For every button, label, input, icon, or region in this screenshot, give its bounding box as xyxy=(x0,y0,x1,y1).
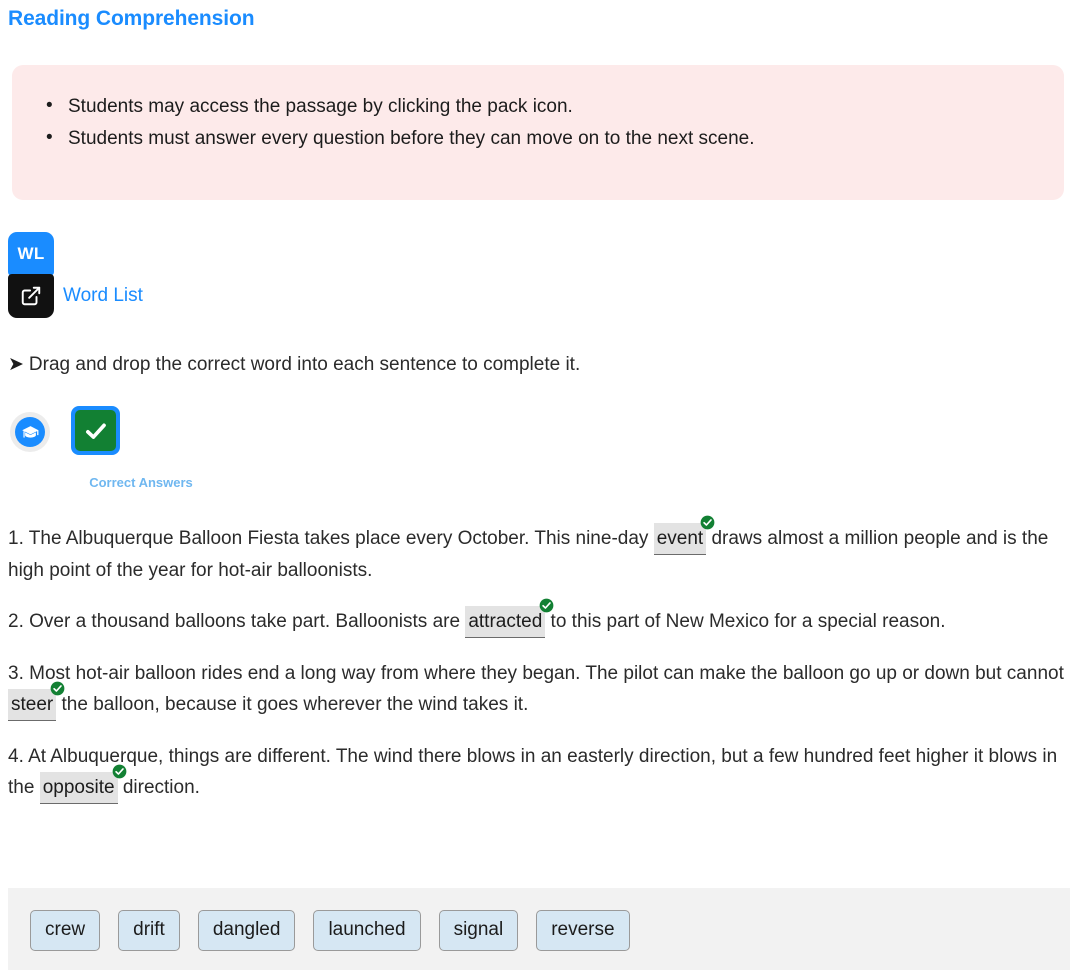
questions-list: 1. The Albuquerque Balloon Fiesta takes … xyxy=(8,515,1068,804)
question-item: 2. Over a thousand balloons take part. B… xyxy=(8,598,1068,638)
answer-text: attracted xyxy=(468,611,543,632)
word-tile[interactable]: crew xyxy=(30,910,101,951)
teacher-notes-panel: Students may access the passage by click… xyxy=(12,65,1064,200)
tool-row: Correct Answers xyxy=(8,406,408,496)
word-tile[interactable]: drift xyxy=(118,910,180,951)
list-item: Students must answer every question befo… xyxy=(46,122,1064,155)
check-icon xyxy=(75,410,116,451)
answer-text: event xyxy=(656,528,704,549)
answer-slot[interactable]: event xyxy=(653,515,715,555)
question-text-before: 3. Most hot-air balloon rides end a long… xyxy=(8,663,1064,684)
drag-instruction-text: Drag and drop the correct word into each… xyxy=(28,354,581,375)
answer-slot[interactable]: opposite xyxy=(39,764,126,804)
question-text-after: the balloon, because it goes wherever th… xyxy=(56,694,529,715)
answer-text: opposite xyxy=(42,777,115,798)
question-text-after: to this part of New Mexico for a special… xyxy=(545,611,946,632)
check-badge-icon xyxy=(539,598,554,613)
word-tile[interactable]: signal xyxy=(438,910,519,951)
word-list-badge-icon[interactable]: WL xyxy=(8,232,54,276)
correct-answers-label: Correct Answers xyxy=(89,475,193,490)
graduation-cap-icon[interactable] xyxy=(10,412,50,452)
word-list-launcher[interactable]: WL Word List xyxy=(8,232,408,322)
graduation-cap-inner xyxy=(15,417,45,447)
correct-answers-button[interactable] xyxy=(71,406,120,455)
question-text-before: 1. The Albuquerque Balloon Fiesta takes … xyxy=(8,528,654,549)
word-list-label[interactable]: Word List xyxy=(63,284,143,308)
drag-instruction: ➤ Drag and drop the correct word into eac… xyxy=(8,352,580,378)
check-badge-icon xyxy=(112,764,127,779)
list-item: Students may access the passage by click… xyxy=(46,90,1064,123)
notes-list: Students may access the passage by click… xyxy=(12,65,1064,155)
page-title: Reading Comprehension xyxy=(8,7,255,30)
answer-slot[interactable]: attracted xyxy=(465,598,554,638)
word-tile[interactable]: launched xyxy=(313,910,421,951)
check-badge-icon xyxy=(700,515,715,530)
external-link-icon[interactable] xyxy=(8,274,54,318)
word-bank: crew drift dangled launched signal reverse xyxy=(8,888,1070,970)
check-badge-icon xyxy=(50,681,65,696)
word-tile[interactable]: dangled xyxy=(197,910,296,951)
word-tile[interactable]: reverse xyxy=(536,910,630,951)
question-item: 4. At Albuquerque, things are different.… xyxy=(8,741,1068,804)
answer-slot[interactable]: steer xyxy=(8,681,65,721)
question-item: 3. Most hot-air balloon rides end a long… xyxy=(8,658,1068,721)
answer-text: steer xyxy=(11,694,54,715)
arrow-bullet-icon: ➤ xyxy=(8,354,24,375)
question-text-after: direction. xyxy=(117,777,200,798)
question-item: 1. The Albuquerque Balloon Fiesta takes … xyxy=(8,515,1068,586)
word-list-icon-stack[interactable]: WL xyxy=(8,232,54,318)
question-text-before: 2. Over a thousand balloons take part. B… xyxy=(8,611,466,632)
